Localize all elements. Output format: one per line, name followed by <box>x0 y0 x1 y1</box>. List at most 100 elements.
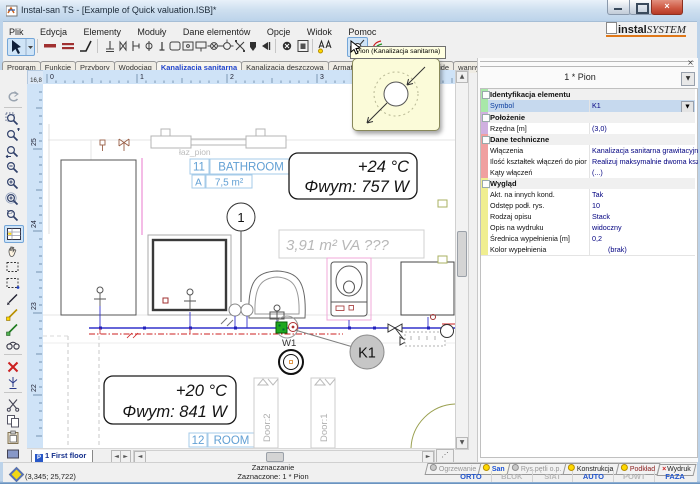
toolbar-separator <box>37 39 38 53</box>
selected-pion-symbol[interactable] <box>276 316 298 338</box>
zoom-selection-button[interactable] <box>5 208 21 222</box>
scroll-down-button[interactable]: ▼ <box>456 437 468 449</box>
collapse-icon[interactable] <box>482 180 490 188</box>
toggle-siat[interactable]: SIAT <box>532 471 573 482</box>
pan-button[interactable] <box>5 244 21 258</box>
supply-valve-symbols[interactable] <box>100 139 129 151</box>
find-button[interactable] <box>5 338 21 352</box>
bathtub-tool[interactable] <box>168 38 182 54</box>
close-button[interactable]: × <box>651 0 683 15</box>
probe-button[interactable] <box>5 376 21 390</box>
bitmap-icon <box>296 38 310 54</box>
app-logo-icon <box>6 5 18 17</box>
toggle-blok[interactable]: BLOK <box>491 471 532 482</box>
maximize-button[interactable] <box>629 0 653 15</box>
toggle-auto[interactable]: AUTO <box>572 471 613 482</box>
paste-icon <box>5 430 21 444</box>
collapse-icon[interactable] <box>482 114 490 122</box>
format-paint-button[interactable] <box>5 446 21 460</box>
zoom-out-button[interactable] <box>5 160 21 174</box>
panel-dropdown-button[interactable]: ▼ <box>681 72 695 86</box>
va-note[interactable]: 3,91 m² VA ??? <box>279 230 424 258</box>
toggle-powt[interactable]: POWT <box>613 471 654 482</box>
paste-button[interactable] <box>5 430 21 444</box>
panel-close-button[interactable]: × <box>686 59 695 68</box>
shower-tray-icon <box>181 38 195 54</box>
panel-grip[interactable] <box>480 61 694 67</box>
zoom-window-button[interactable] <box>5 112 21 126</box>
zoom-dynamic-button[interactable] <box>5 128 21 142</box>
pipe-tool-2[interactable] <box>61 38 75 54</box>
drain-label[interactable]: W1 <box>282 338 296 349</box>
svg-text:3,91 m² VA ???: 3,91 m² VA ??? <box>286 237 389 254</box>
pipe-bend-tool[interactable] <box>79 38 93 54</box>
crossing-tool[interactable] <box>233 38 247 54</box>
collapse-icon[interactable] <box>482 91 490 99</box>
app-icon[interactable] <box>6 4 18 16</box>
bitmap-tool[interactable] <box>296 38 310 54</box>
properties-view-button[interactable] <box>4 225 24 243</box>
right-fixture[interactable] <box>401 262 454 320</box>
edit-draw-green-button[interactable] <box>5 322 21 336</box>
shower-tray-tool[interactable] <box>181 38 195 54</box>
septic-tool[interactable] <box>246 38 260 54</box>
select-tool-button[interactable] <box>7 38 35 56</box>
washbasin[interactable] <box>249 271 306 320</box>
copy-button[interactable] <box>5 414 21 428</box>
floor-drain-symbol[interactable] <box>279 350 303 374</box>
object-tool[interactable] <box>280 38 294 54</box>
shower-enclosure[interactable] <box>148 235 231 315</box>
bathroom-temp-label[interactable]: +24 °C Φwym: 757 W <box>289 153 417 199</box>
mode-toggles: ORTO BLOK SIAT AUTO POWT FAZA <box>451 471 695 482</box>
canvas-vscrollbar[interactable]: ▲ ▼ <box>455 70 469 450</box>
valve-tool[interactable] <box>116 38 130 54</box>
connection-tool[interactable] <box>103 38 117 54</box>
toggle-faza[interactable]: FAZA <box>654 471 695 482</box>
point-drain-icon <box>155 38 169 54</box>
valve-icon <box>116 38 130 54</box>
svg-text:A: A <box>195 178 202 189</box>
zoom-in-button[interactable] <box>5 176 21 190</box>
siphon-tool[interactable] <box>142 38 156 54</box>
vscroll-thumb[interactable] <box>457 231 467 277</box>
select-area-button[interactable] <box>5 260 21 274</box>
minimize-button[interactable] <box>607 0 631 15</box>
door-pillar-2[interactable]: Door:2 <box>254 378 278 448</box>
collapse-icon[interactable] <box>482 136 490 144</box>
undo-button[interactable] <box>5 90 21 104</box>
point-drain-tool[interactable] <box>155 38 169 54</box>
pipe-tool-1[interactable] <box>43 38 57 54</box>
select-query-icon <box>5 276 21 290</box>
edit-draw-button[interactable] <box>5 307 21 321</box>
sink-tool[interactable] <box>194 38 208 54</box>
copy-icon <box>5 414 21 428</box>
branch-tool[interactable] <box>129 38 143 54</box>
room-temp-label[interactable]: +20 °C Φwym: 841 W <box>104 376 236 424</box>
zoom-previous-button[interactable] <box>5 144 21 158</box>
description-style-tool[interactable] <box>317 38 334 54</box>
property-row-kolor[interactable]: Kolor wypełnienia(brak) <box>481 244 695 256</box>
toilet[interactable] <box>327 258 371 320</box>
svg-text:23: 23 <box>31 302 38 310</box>
scroll-up-button[interactable]: ▲ <box>456 71 468 83</box>
stack-flag-k1[interactable]: K1 <box>295 330 384 369</box>
drawing-canvas[interactable]: łaz_pion 11 BATHROOM A 7,5 m² +24 °C Φwy… <box>43 84 455 448</box>
fitting-tool-2[interactable] <box>220 38 234 54</box>
bathroom-label[interactable]: 11 BATHROOM A 7,5 m² <box>190 159 292 189</box>
zoom-extents-button[interactable] <box>5 192 21 206</box>
fitting-tool-1[interactable] <box>207 38 221 54</box>
draw-line-button[interactable] <box>5 292 21 306</box>
zoom-dynamic-icon <box>5 128 21 142</box>
pipe-icon <box>43 38 57 54</box>
pion-ref-text[interactable]: łaz_pion <box>179 147 211 157</box>
outlet-tool[interactable] <box>259 38 273 54</box>
hscroll-thumb[interactable] <box>266 452 284 462</box>
window-symbols[interactable] <box>151 129 286 148</box>
select-query-button[interactable] <box>5 276 21 290</box>
svg-text:BATHROOM: BATHROOM <box>218 162 284 174</box>
door-pillar-1[interactable]: Door:1 <box>311 378 335 448</box>
cut-button[interactable] <box>5 398 21 412</box>
toggle-orto[interactable]: ORTO <box>451 471 491 482</box>
room-label[interactable]: 12 ROOM <box>189 433 255 447</box>
delete-button[interactable] <box>5 360 21 374</box>
